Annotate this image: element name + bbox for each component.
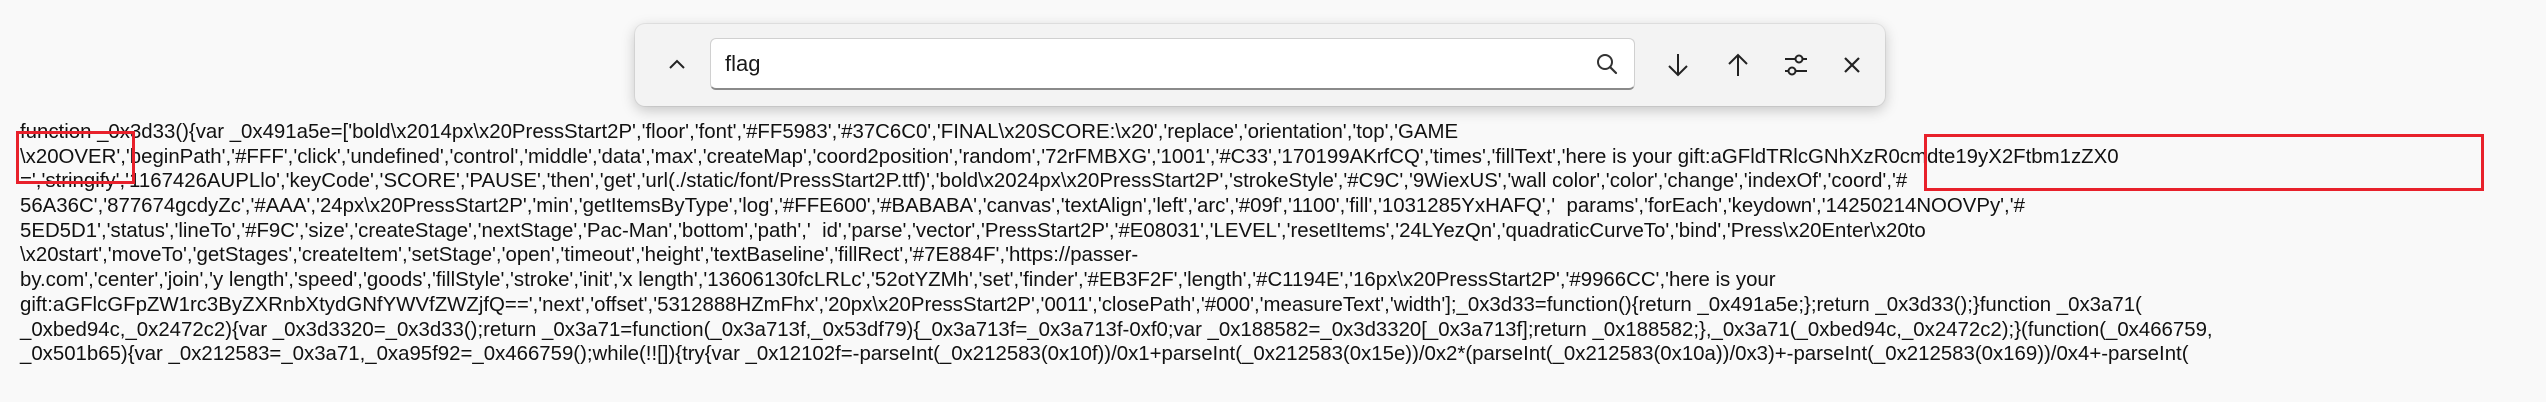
source-code-text: function _0x3d33(){var _0x491a5e=['bold\… bbox=[20, 120, 2530, 367]
sliders-icon bbox=[1785, 54, 1807, 76]
code-line: 5ED5D1','status','lineTo','#F9C','size',… bbox=[20, 219, 1926, 242]
code-line: 56A36C','877674gcdyZc','#AAA','24px\x20P… bbox=[20, 195, 2025, 218]
collapse-chevron-up-button[interactable] bbox=[654, 42, 700, 88]
code-line: \x20OVER','beginPath','#FFF','click','un… bbox=[20, 145, 2119, 168]
arrow-up-icon bbox=[1728, 53, 1748, 76]
code-line: _0xbed94c,_0x2472c2){var _0x3d3320=_0x3d… bbox=[20, 318, 2213, 341]
code-line: gift:aGFlcGFpZW1rc3ByZXRnbXtydGNfYWVfZWZ… bbox=[20, 293, 2142, 316]
find-bar bbox=[635, 24, 1885, 106]
find-input-wrapper bbox=[710, 38, 1635, 90]
code-line: _0x501b65){var _0x212583=_0x3a71,_0xa95f… bbox=[20, 343, 2189, 366]
chevron-up-icon bbox=[669, 59, 685, 69]
find-options-button[interactable] bbox=[1773, 42, 1819, 88]
arrow-down-icon bbox=[1668, 54, 1688, 77]
close-find-button[interactable] bbox=[1829, 42, 1875, 88]
close-icon bbox=[1844, 57, 1860, 73]
find-input[interactable] bbox=[723, 39, 1567, 89]
code-line: function _0x3d33(){var _0x491a5e=['bold\… bbox=[20, 121, 1459, 143]
code-line: \x20start','moveTo','getStages','createI… bbox=[20, 244, 1139, 267]
search-icon[interactable] bbox=[1594, 51, 1620, 77]
next-match-button[interactable] bbox=[1655, 42, 1701, 88]
code-line: by.com','center','join','y length','spee… bbox=[20, 269, 1776, 292]
browser-page: function _0x3d33(){var _0x491a5e=['bold\… bbox=[0, 0, 2546, 402]
previous-match-button[interactable] bbox=[1715, 42, 1761, 88]
code-line: =','stringify','1167426AUPLlo','keyCode'… bbox=[20, 170, 1908, 193]
